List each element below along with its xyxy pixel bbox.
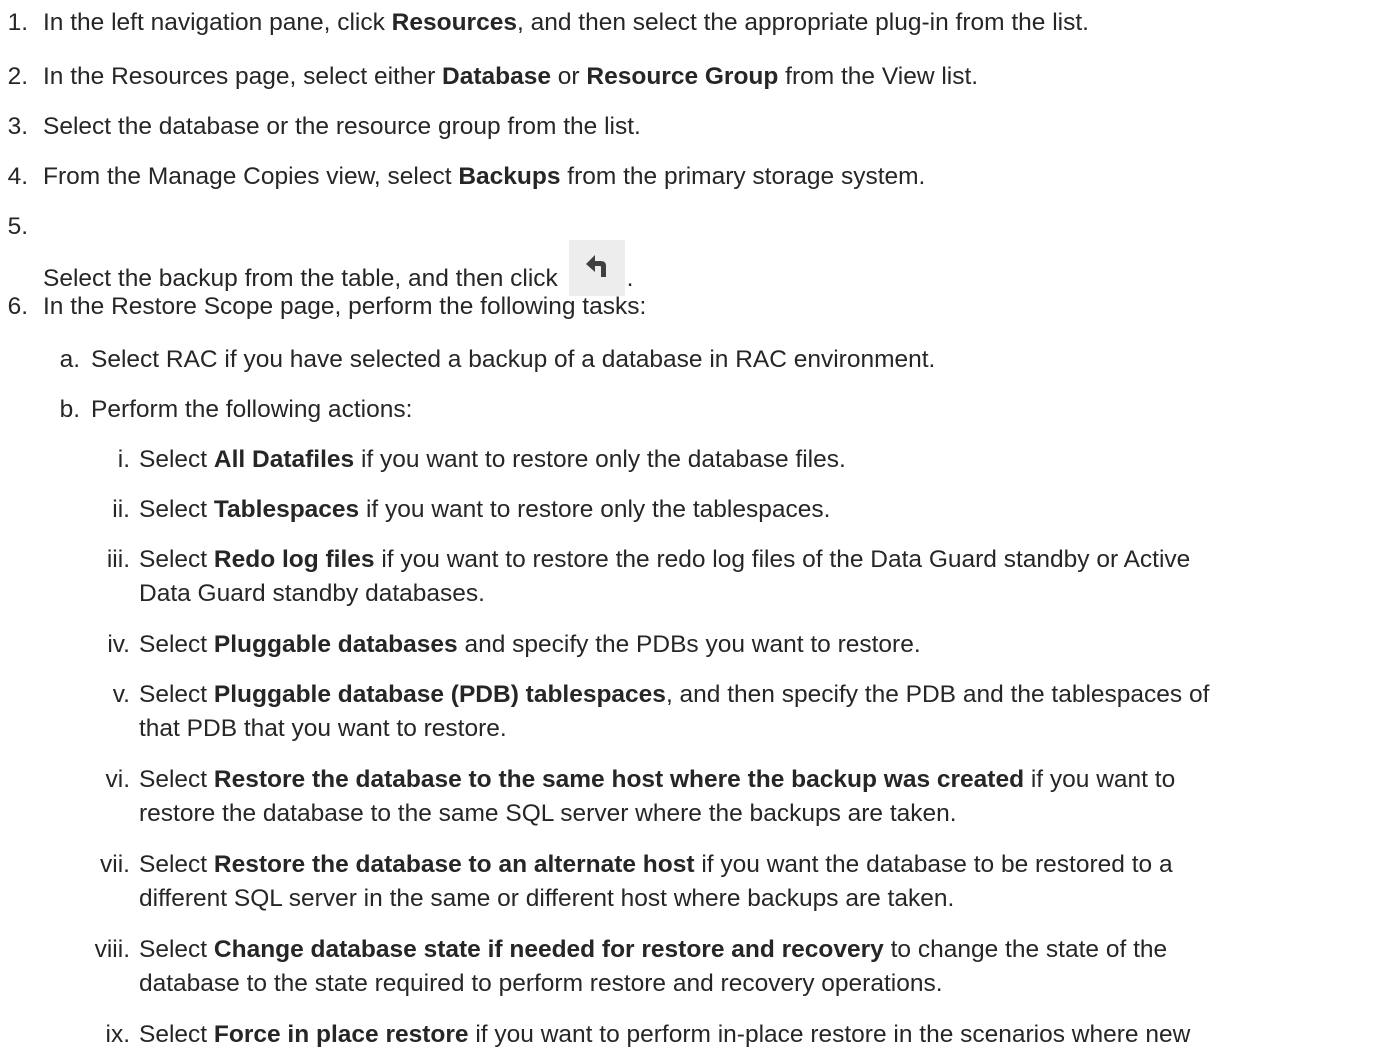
text-run: that PDB that you want to restore. [139, 715, 507, 742]
action-numeral: vii. [100, 851, 130, 878]
bold-term: All Datafiles [213, 446, 355, 473]
action-numeral: vi. [105, 766, 131, 793]
bold-term: Backups [458, 163, 561, 190]
action-text-continued: database to the state required to perfor… [139, 967, 943, 1001]
text-run: to change the state of the [883, 936, 1168, 963]
action-numeral: ix. [105, 1021, 131, 1048]
action-numeral: viii. [94, 936, 130, 963]
text-run: Select [139, 631, 214, 658]
action-text: Select Change database state if needed f… [139, 933, 1167, 967]
action-text-continued: Data Guard standby databases. [139, 577, 485, 611]
step-number: 6. [7, 293, 28, 320]
text-run: Select the backup from the table, and th… [43, 265, 565, 292]
text-run: if you want to [1024, 766, 1176, 793]
action-numeral: v. [112, 681, 130, 708]
action-text: Select Tablespaces if you want to restor… [139, 493, 830, 527]
step-number: 1. [7, 9, 28, 36]
text-run: Select [139, 546, 214, 573]
text-run: In the left navigation pane, click [43, 9, 392, 36]
text-run: if you want to restore only the tablespa… [359, 496, 831, 523]
text-run: from the View list. [778, 63, 979, 90]
text-run: Select the database or the resource grou… [43, 113, 641, 140]
action-text: Select Redo log files if you want to res… [139, 543, 1190, 577]
step-text: Select the database or the resource grou… [43, 110, 641, 144]
action-text-continued: restore the database to the same SQL ser… [139, 797, 957, 831]
text-run: In the Resources page, select either [43, 63, 443, 90]
restore-arrow-icon [568, 240, 625, 296]
action-text-continued: different SQL server in the same or diff… [139, 882, 954, 916]
text-run: , and then specify the PDB and the table… [665, 681, 1210, 708]
bold-term: Restore the database to an alternate hos… [213, 851, 695, 878]
text-run: different SQL server in the same or diff… [139, 885, 955, 912]
step-text: Select the backup from the table, and th… [43, 240, 633, 296]
text-run: Select [139, 446, 214, 473]
action-numeral: iv. [107, 631, 130, 658]
action-numeral: iii. [106, 546, 130, 573]
substep-letter: a. [59, 346, 80, 373]
action-text: Select Pluggable databases and specify t… [139, 628, 921, 662]
bold-term: Tablespaces [213, 496, 360, 523]
bold-term: Database [442, 63, 551, 90]
text-run: Select [139, 496, 214, 523]
step-number: 4. [7, 163, 28, 190]
step-text: In the left navigation pane, click Resou… [43, 6, 1089, 40]
action-text-continued: that PDB that you want to restore. [139, 712, 507, 746]
bold-term: Force in place restore [213, 1021, 469, 1048]
substep-text: Select RAC if you have selected a backup… [91, 343, 935, 377]
text-run: if you want to perform in-place restore … [468, 1021, 1191, 1048]
text-run: from the primary storage system. [560, 163, 926, 190]
text-run: Select [139, 766, 214, 793]
text-run: and specify the PDBs you want to restore… [457, 631, 921, 658]
text-run: Select RAC if you have selected a backup… [91, 346, 936, 373]
step-text: In the Restore Scope page, perform the f… [43, 290, 646, 324]
step-text: From the Manage Copies view, select Back… [43, 160, 925, 194]
bold-term: Resource Group [586, 63, 779, 90]
text-run: if you want the database to be restored … [694, 851, 1173, 878]
text-run: Data Guard standby databases. [139, 580, 485, 607]
bold-term: Change database state if needed for rest… [213, 936, 884, 963]
text-run: Select [139, 851, 214, 878]
step-number: 2. [7, 63, 28, 90]
text-run: . [626, 265, 634, 292]
action-numeral: ii. [112, 496, 130, 523]
text-run: Select [139, 936, 214, 963]
bold-term: Pluggable databases [213, 631, 458, 658]
text-run: Select [139, 1021, 214, 1048]
text-run: if you want to restore only the database… [354, 446, 846, 473]
bold-term: Pluggable database (PDB) tablespaces [213, 681, 666, 708]
text-run: From the Manage Copies view, select [43, 163, 459, 190]
action-text: Select Force in place restore if you wan… [139, 1018, 1190, 1052]
document-page: 1. In the left navigation pane, click Res… [0, 0, 1379, 1049]
text-run: if you want to restore the redo log file… [374, 546, 1191, 573]
step-number: 5. [7, 213, 28, 240]
text-run: , and then select the appropriate plug-i… [516, 9, 1089, 36]
text-run: In the Restore Scope page, perform the f… [43, 293, 647, 320]
action-text: Select Pluggable database (PDB) tablespa… [139, 678, 1209, 712]
substep-letter: b. [59, 396, 80, 423]
text-run: restore the database to the same SQL ser… [139, 800, 957, 827]
action-text: Select Restore the database to an altern… [139, 848, 1173, 882]
action-numeral: i. [117, 446, 130, 473]
text-run: database to the state required to perfor… [139, 970, 943, 997]
action-text: Select Restore the database to the same … [139, 763, 1175, 797]
substep-text: Perform the following actions: [91, 393, 412, 427]
text-run: Select [139, 681, 214, 708]
text-run: Perform the following actions: [91, 396, 413, 423]
bold-term: Redo log files [213, 546, 375, 573]
text-run: or [551, 63, 587, 90]
bold-term: Resources [391, 9, 517, 36]
step-text: In the Resources page, select either Dat… [43, 60, 978, 94]
action-text: Select All Datafiles if you want to rest… [139, 443, 846, 477]
bold-term: Restore the database to the same host wh… [213, 766, 1025, 793]
step-number: 3. [7, 113, 28, 140]
